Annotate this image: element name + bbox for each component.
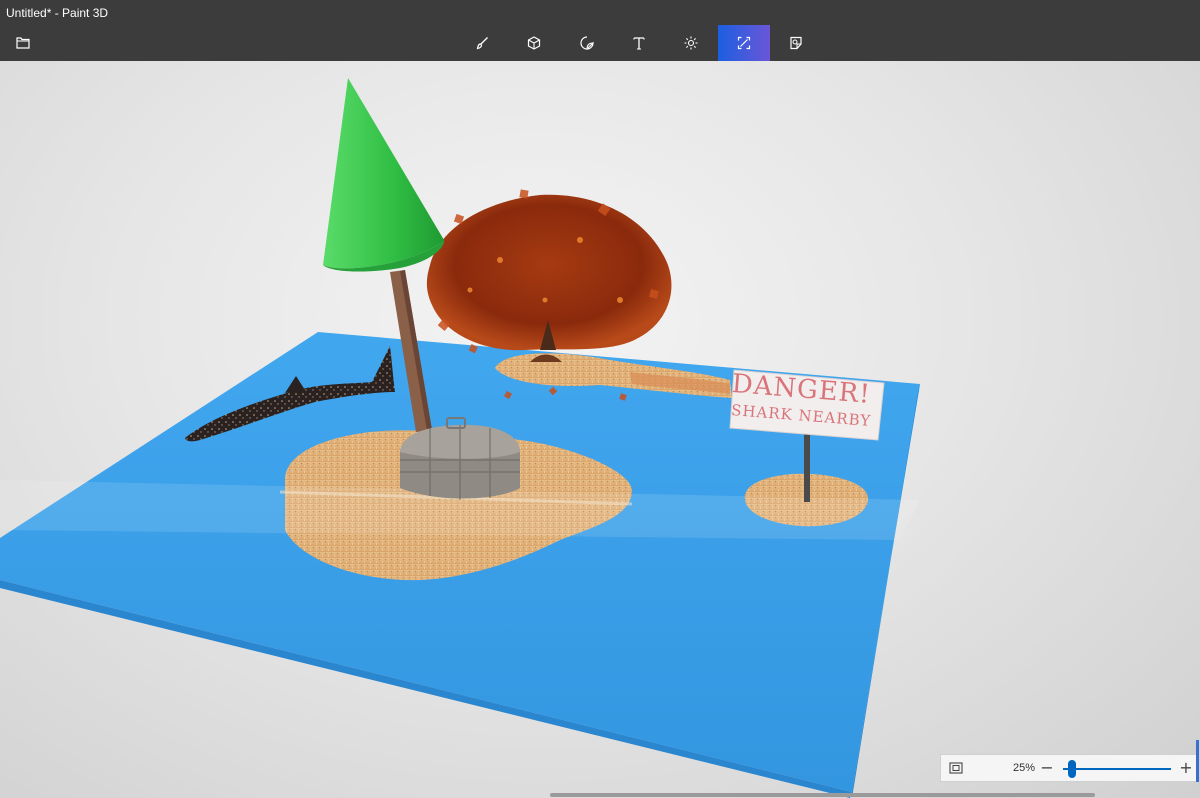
- sun-icon: [684, 36, 698, 50]
- scene: [0, 78, 920, 798]
- canvas-resize-icon: [737, 36, 751, 50]
- zoom-slider-track[interactable]: [1063, 768, 1171, 770]
- brush-icon: [476, 37, 488, 50]
- tool-text[interactable]: [613, 25, 665, 61]
- vertical-scroll-edge[interactable]: [1196, 740, 1199, 782]
- fit-screen-icon: [949, 762, 963, 774]
- zoom-in-button[interactable]: +: [1178, 757, 1194, 779]
- library-icon: [790, 36, 802, 50]
- sticker-icon: [580, 36, 594, 50]
- tool-3d-shapes[interactable]: [508, 25, 560, 61]
- zoom-value: 25%: [1012, 762, 1035, 774]
- tool-3d-library[interactable]: [770, 25, 822, 61]
- horizontal-scrollbar[interactable]: [550, 793, 1095, 797]
- text-icon: [633, 37, 645, 50]
- tool-stickers[interactable]: [561, 25, 613, 61]
- zoom-slider-thumb[interactable]: [1067, 760, 1076, 778]
- zoom-out-button[interactable]: −: [1039, 757, 1055, 779]
- tool-brushes[interactable]: [456, 25, 508, 61]
- window-title: Untitled* - Paint 3D: [6, 6, 109, 20]
- fit-to-screen-button[interactable]: [947, 760, 965, 776]
- toolbar: [0, 25, 1200, 61]
- folder-icon: [16, 37, 30, 49]
- menu-button[interactable]: [8, 29, 38, 57]
- canvas-area[interactable]: DANGER! SHARK NEARBY: [0, 61, 1200, 798]
- title-bar: Untitled* - Paint 3D: [0, 0, 1200, 25]
- tool-canvas[interactable]: [718, 25, 770, 61]
- tool-effects[interactable]: [665, 25, 717, 61]
- cube-icon: [527, 36, 541, 50]
- zoom-panel: 25% − +: [940, 754, 1198, 782]
